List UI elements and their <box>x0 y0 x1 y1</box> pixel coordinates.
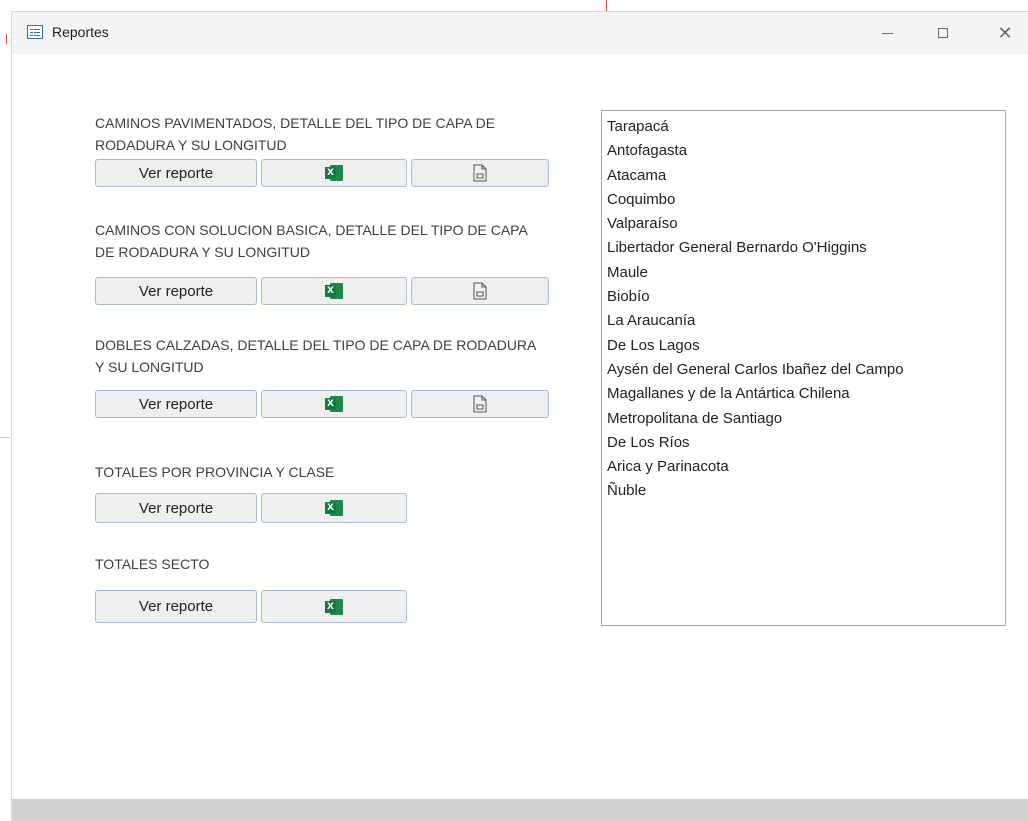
excel-icon: X <box>325 283 343 299</box>
excel-icon: X <box>325 165 343 181</box>
excel-export-button-pavimentados[interactable]: X <box>261 159 407 187</box>
list-item[interactable]: De Los Lagos <box>607 334 1005 358</box>
view-report-button-totales-provincia[interactable]: Ver reporte <box>95 493 257 523</box>
background-divider <box>0 437 10 438</box>
view-report-button-dobles-calzadas[interactable]: Ver reporte <box>95 390 257 418</box>
maximize-button[interactable] <box>920 12 966 54</box>
list-item[interactable]: Magallanes y de la Antártica Chilena <box>607 382 1005 406</box>
document-export-button-pavimentados[interactable] <box>411 159 549 187</box>
list-item[interactable]: Coquimbo <box>607 188 1005 212</box>
list-item[interactable]: Libertador General Bernardo O'Higgins <box>607 236 1005 260</box>
list-item[interactable]: Arica y Parinacota <box>607 455 1005 479</box>
title-bar[interactable]: Reportes ✕ <box>12 12 1028 54</box>
document-export-icon <box>473 164 487 182</box>
background-app-edge <box>0 0 12 821</box>
list-item[interactable]: Ñuble <box>607 479 1005 503</box>
status-bar <box>12 799 1028 821</box>
window-title: Reportes <box>52 24 109 40</box>
list-item[interactable]: Antofagasta <box>607 139 1005 163</box>
list-item[interactable]: Metropolitana de Santiago <box>607 407 1005 431</box>
list-item[interactable]: Valparaíso <box>607 212 1005 236</box>
section-title-totales-secto: TOTALES SECTO <box>95 556 210 572</box>
document-export-icon <box>473 282 487 300</box>
list-item[interactable]: La Araucanía <box>607 309 1005 333</box>
view-report-button-totales-secto[interactable]: Ver reporte <box>95 590 257 623</box>
minimize-button[interactable] <box>864 12 910 54</box>
section-title-totales-provincia: TOTALES POR PROVINCIA Y CLASE <box>95 464 335 480</box>
list-item[interactable]: De Los Ríos <box>607 431 1005 455</box>
list-item[interactable]: Aysén del General Carlos Ibañez del Camp… <box>607 358 1005 382</box>
section-title-pavimentados: CAMINOS PAVIMENTADOS, DETALLE DEL TIPO D… <box>95 115 496 153</box>
background-marker <box>606 0 607 12</box>
section-title-solucion-basica: CAMINOS CON SOLUCION BASICA, DETALLE DEL… <box>95 222 528 260</box>
close-button[interactable]: ✕ <box>982 12 1028 54</box>
region-listbox[interactable]: Tarapacá Antofagasta Atacama Coquimbo Va… <box>601 110 1006 626</box>
document-export-button-dobles-calzadas[interactable] <box>411 390 549 418</box>
form-icon <box>27 25 43 39</box>
list-item[interactable]: Biobío <box>607 285 1005 309</box>
excel-export-button-totales-secto[interactable]: X <box>261 590 407 623</box>
list-item[interactable]: Atacama <box>607 164 1005 188</box>
document-export-button-solucion-basica[interactable] <box>411 277 549 305</box>
view-report-button-pavimentados[interactable]: Ver reporte <box>95 159 257 187</box>
document-export-icon <box>473 395 487 413</box>
minimize-icon <box>881 32 893 34</box>
excel-export-button-dobles-calzadas[interactable]: X <box>261 390 407 418</box>
list-item[interactable]: Maule <box>607 261 1005 285</box>
background-marker <box>6 34 7 44</box>
maximize-icon <box>938 28 948 38</box>
excel-export-button-totales-provincia[interactable]: X <box>261 493 407 523</box>
excel-icon: X <box>325 396 343 412</box>
view-report-button-solucion-basica[interactable]: Ver reporte <box>95 277 257 305</box>
section-title-dobles-calzadas: DOBLES CALZADAS, DETALLE DEL TIPO DE CAP… <box>95 337 536 375</box>
excel-export-button-solucion-basica[interactable]: X <box>261 277 407 305</box>
list-item[interactable]: Tarapacá <box>607 115 1005 139</box>
excel-icon: X <box>325 500 343 516</box>
reportes-window: Reportes ✕ CAMINOS PAVIMENTADOS, DETALLE… <box>12 12 1028 821</box>
excel-icon: X <box>325 598 343 615</box>
close-icon: ✕ <box>997 22 1013 44</box>
